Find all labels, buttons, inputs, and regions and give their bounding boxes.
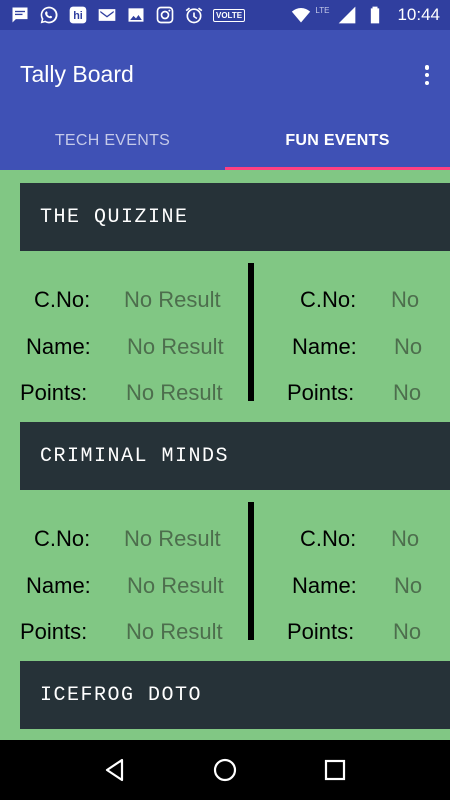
name-value: No Result — [127, 334, 224, 359]
event-header[interactable]: CRIMINAL MINDS — [20, 422, 450, 490]
instagram-icon — [155, 5, 175, 25]
cno-label: C.No: — [300, 287, 357, 312]
cno-value: No Result — [124, 287, 221, 312]
cno-value: No — [391, 526, 420, 551]
name-value: No Result — [127, 573, 224, 598]
points-label: Points: — [287, 380, 355, 405]
app-title: Tally Board — [20, 61, 134, 87]
signal-icon — [337, 5, 357, 25]
gmail-icon — [97, 5, 117, 25]
alarm-icon — [184, 5, 204, 25]
points-value: No Result — [126, 619, 223, 644]
lte-label: LTE — [315, 5, 330, 15]
event-result-card: C.No: No Result Name: No Result Points: … — [0, 251, 450, 405]
points-value: No Result — [126, 380, 223, 405]
points-label: Points: — [287, 619, 355, 644]
whatsapp-icon — [39, 5, 59, 25]
event-header[interactable]: ICEFROG DOTO — [20, 661, 450, 729]
hike-icon: hi — [68, 5, 88, 25]
event-header[interactable]: THE QUIZINE — [20, 183, 450, 251]
tab-bar: TECH EVENTS FUN EVENTS — [0, 122, 450, 170]
cno-label: C.No: — [34, 526, 91, 551]
volte-icon: VOLTE — [213, 8, 246, 22]
tab-fun-events[interactable]: FUN EVENTS — [225, 122, 450, 170]
column-divider — [248, 502, 254, 640]
overflow-menu-icon[interactable] — [420, 63, 434, 87]
recents-icon[interactable] — [315, 750, 355, 790]
points-value: No — [393, 619, 422, 644]
name-label: Name: — [26, 573, 91, 598]
event-result-card: C.No: No Result Name: No Result Points: … — [0, 490, 450, 644]
name-value: No — [394, 334, 423, 359]
name-label: Name: — [26, 334, 91, 359]
image-icon — [126, 5, 146, 25]
cno-value: No — [391, 287, 420, 312]
name-label: Name: — [292, 334, 357, 359]
navigation-bar — [0, 740, 450, 800]
home-icon[interactable] — [205, 750, 245, 790]
points-label: Points: — [20, 619, 88, 644]
app-bar: Tally Board TECH EVENTS FUN EVENTS — [0, 30, 450, 170]
battery-icon — [365, 5, 385, 25]
name-label: Name: — [292, 573, 357, 598]
cno-label: C.No: — [34, 287, 91, 312]
column-divider — [248, 263, 254, 401]
name-value: No — [394, 573, 423, 598]
message-icon — [10, 5, 30, 25]
svg-text:hi: hi — [73, 10, 83, 22]
status-bar: hi VOLTE LTE 10:44 — [0, 0, 450, 30]
events-list[interactable]: THE QUIZINE C.No: No Result Name: No Res… — [0, 170, 450, 740]
cno-label: C.No: — [300, 526, 357, 551]
back-icon[interactable] — [95, 750, 135, 790]
tab-tech-events[interactable]: TECH EVENTS — [0, 122, 225, 170]
clock: 10:44 — [397, 5, 440, 24]
cno-value: No Result — [124, 526, 221, 551]
wifi-icon — [291, 5, 311, 25]
points-value: No — [393, 380, 422, 405]
points-label: Points: — [20, 380, 88, 405]
